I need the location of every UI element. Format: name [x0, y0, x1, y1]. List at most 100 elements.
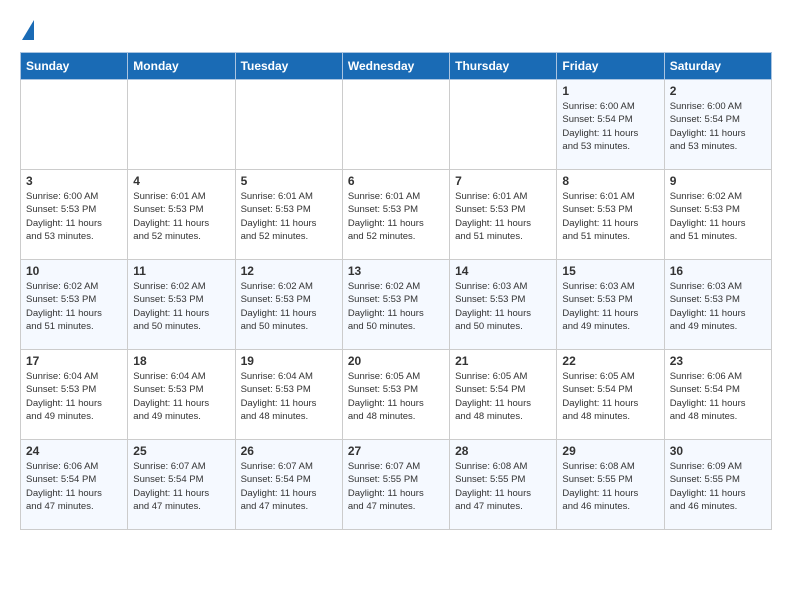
calendar-cell	[235, 80, 342, 170]
calendar-cell: 30Sunrise: 6:09 AM Sunset: 5:55 PM Dayli…	[664, 440, 771, 530]
day-number: 10	[26, 264, 122, 278]
weekday-header: Friday	[557, 53, 664, 80]
day-info: Sunrise: 6:05 AM Sunset: 5:54 PM Dayligh…	[455, 370, 551, 423]
day-number: 7	[455, 174, 551, 188]
day-number: 8	[562, 174, 658, 188]
calendar-cell: 29 Sunrise: 6:08 AM Sunset: 5:55 PM Dayli…	[557, 440, 664, 530]
calendar-header-row: SundayMondayTuesdayWednesdayThursdayFrid…	[21, 53, 772, 80]
calendar-cell: 15 Sunrise: 6:03 AM Sunset: 5:53 PM Dayli…	[557, 260, 664, 350]
day-number: 25	[133, 444, 229, 458]
day-info: Sunrise: 6:04 AM Sunset: 5:53 PM Dayligh…	[133, 370, 229, 423]
day-number: 14	[455, 264, 551, 278]
calendar-body: 1 Sunrise: 6:00 AM Sunset: 5:54 PM Daylig…	[21, 80, 772, 530]
calendar-week-row: 3 Sunrise: 6:00 AM Sunset: 5:53 PM Daylig…	[21, 170, 772, 260]
day-info: Sunrise: 6:03 AM Sunset: 5:53 PM Dayligh…	[562, 280, 658, 333]
day-number: 24	[26, 444, 122, 458]
calendar-week-row: 24 Sunrise: 6:06 AM Sunset: 5:54 PM Dayli…	[21, 440, 772, 530]
day-info: Sunrise: 6:05 AM Sunset: 5:53 PM Dayligh…	[348, 370, 444, 423]
calendar-cell: 1 Sunrise: 6:00 AM Sunset: 5:54 PM Daylig…	[557, 80, 664, 170]
day-info: Sunrise: 6:01 AM Sunset: 5:53 PM Dayligh…	[133, 190, 229, 243]
day-info: Sunrise: 6:02 AM Sunset: 5:53 PM Dayligh…	[133, 280, 229, 333]
day-info: Sunrise: 6:05 AM Sunset: 5:54 PM Dayligh…	[562, 370, 658, 423]
calendar-cell	[128, 80, 235, 170]
day-number: 4	[133, 174, 229, 188]
page-header	[20, 20, 772, 42]
day-info: Sunrise: 6:08 AM Sunset: 5:55 PM Dayligh…	[562, 460, 658, 513]
logo	[20, 20, 34, 42]
calendar-cell: 2 Sunrise: 6:00 AM Sunset: 5:54 PM Daylig…	[664, 80, 771, 170]
calendar-cell: 18 Sunrise: 6:04 AM Sunset: 5:53 PM Dayli…	[128, 350, 235, 440]
weekday-header: Wednesday	[342, 53, 449, 80]
day-info: Sunrise: 6:07 AM Sunset: 5:55 PM Dayligh…	[348, 460, 444, 513]
day-info: Sunrise: 6:00 AM Sunset: 5:54 PM Dayligh…	[562, 100, 658, 153]
day-info: Sunrise: 6:00 AM Sunset: 5:54 PM Dayligh…	[670, 100, 766, 153]
day-number: 15	[562, 264, 658, 278]
day-number: 28	[455, 444, 551, 458]
calendar-cell: 26 Sunrise: 6:07 AM Sunset: 5:54 PM Dayli…	[235, 440, 342, 530]
weekday-header: Tuesday	[235, 53, 342, 80]
calendar-table: SundayMondayTuesdayWednesdayThursdayFrid…	[20, 52, 772, 530]
day-number: 6	[348, 174, 444, 188]
day-number: 5	[241, 174, 337, 188]
day-info: Sunrise: 6:07 AM Sunset: 5:54 PM Dayligh…	[133, 460, 229, 513]
day-info: Sunrise: 6:03 AM Sunset: 5:53 PM Dayligh…	[455, 280, 551, 333]
day-info: Sunrise: 6:02 AM Sunset: 5:53 PM Dayligh…	[241, 280, 337, 333]
day-number: 26	[241, 444, 337, 458]
calendar-cell: 21 Sunrise: 6:05 AM Sunset: 5:54 PM Dayli…	[450, 350, 557, 440]
day-number: 22	[562, 354, 658, 368]
calendar-cell: 20Sunrise: 6:05 AM Sunset: 5:53 PM Dayli…	[342, 350, 449, 440]
calendar-cell	[342, 80, 449, 170]
day-info: Sunrise: 6:08 AM Sunset: 5:55 PM Dayligh…	[455, 460, 551, 513]
calendar-cell: 6 Sunrise: 6:01 AM Sunset: 5:53 PM Daylig…	[342, 170, 449, 260]
calendar-cell: 27 Sunrise: 6:07 AM Sunset: 5:55 PM Dayli…	[342, 440, 449, 530]
calendar-cell: 3 Sunrise: 6:00 AM Sunset: 5:53 PM Daylig…	[21, 170, 128, 260]
day-number: 21	[455, 354, 551, 368]
day-info: Sunrise: 6:02 AM Sunset: 5:53 PM Dayligh…	[348, 280, 444, 333]
day-info: Sunrise: 6:04 AM Sunset: 5:53 PM Dayligh…	[26, 370, 122, 423]
day-info: Sunrise: 6:02 AM Sunset: 5:53 PM Dayligh…	[670, 190, 766, 243]
day-number: 29	[562, 444, 658, 458]
day-info: Sunrise: 6:01 AM Sunset: 5:53 PM Dayligh…	[348, 190, 444, 243]
calendar-cell: 24 Sunrise: 6:06 AM Sunset: 5:54 PM Dayli…	[21, 440, 128, 530]
calendar-cell: 5 Sunrise: 6:01 AM Sunset: 5:53 PM Daylig…	[235, 170, 342, 260]
day-number: 12	[241, 264, 337, 278]
calendar-cell: 25 Sunrise: 6:07 AM Sunset: 5:54 PM Dayli…	[128, 440, 235, 530]
calendar-cell: 28 Sunrise: 6:08 AM Sunset: 5:55 PM Dayli…	[450, 440, 557, 530]
day-number: 9	[670, 174, 766, 188]
calendar-cell: 11Sunrise: 6:02 AM Sunset: 5:53 PM Dayli…	[128, 260, 235, 350]
day-number: 18	[133, 354, 229, 368]
day-info: Sunrise: 6:06 AM Sunset: 5:54 PM Dayligh…	[670, 370, 766, 423]
day-info: Sunrise: 6:06 AM Sunset: 5:54 PM Dayligh…	[26, 460, 122, 513]
day-info: Sunrise: 6:01 AM Sunset: 5:53 PM Dayligh…	[562, 190, 658, 243]
calendar-cell: 16Sunrise: 6:03 AM Sunset: 5:53 PM Dayli…	[664, 260, 771, 350]
weekday-header: Sunday	[21, 53, 128, 80]
day-info: Sunrise: 6:00 AM Sunset: 5:53 PM Dayligh…	[26, 190, 122, 243]
day-info: Sunrise: 6:09 AM Sunset: 5:55 PM Dayligh…	[670, 460, 766, 513]
calendar-cell: 19Sunrise: 6:04 AM Sunset: 5:53 PM Dayli…	[235, 350, 342, 440]
weekday-header: Monday	[128, 53, 235, 80]
calendar-cell	[450, 80, 557, 170]
calendar-cell: 4 Sunrise: 6:01 AM Sunset: 5:53 PM Daylig…	[128, 170, 235, 260]
day-number: 27	[348, 444, 444, 458]
calendar-week-row: 10 Sunrise: 6:02 AM Sunset: 5:53 PM Dayli…	[21, 260, 772, 350]
calendar-week-row: 17 Sunrise: 6:04 AM Sunset: 5:53 PM Dayli…	[21, 350, 772, 440]
day-number: 3	[26, 174, 122, 188]
day-info: Sunrise: 6:04 AM Sunset: 5:53 PM Dayligh…	[241, 370, 337, 423]
day-info: Sunrise: 6:07 AM Sunset: 5:54 PM Dayligh…	[241, 460, 337, 513]
weekday-header: Thursday	[450, 53, 557, 80]
calendar-cell: 10 Sunrise: 6:02 AM Sunset: 5:53 PM Dayli…	[21, 260, 128, 350]
calendar-cell: 17 Sunrise: 6:04 AM Sunset: 5:53 PM Dayli…	[21, 350, 128, 440]
day-number: 13	[348, 264, 444, 278]
calendar-week-row: 1 Sunrise: 6:00 AM Sunset: 5:54 PM Daylig…	[21, 80, 772, 170]
day-number: 2	[670, 84, 766, 98]
calendar-cell: 7Sunrise: 6:01 AM Sunset: 5:53 PM Daylig…	[450, 170, 557, 260]
weekday-header: Saturday	[664, 53, 771, 80]
day-number: 16	[670, 264, 766, 278]
day-number: 23	[670, 354, 766, 368]
day-info: Sunrise: 6:01 AM Sunset: 5:53 PM Dayligh…	[241, 190, 337, 243]
calendar-cell: 23 Sunrise: 6:06 AM Sunset: 5:54 PM Dayli…	[664, 350, 771, 440]
calendar-cell: 22 Sunrise: 6:05 AM Sunset: 5:54 PM Dayli…	[557, 350, 664, 440]
day-number: 17	[26, 354, 122, 368]
day-info: Sunrise: 6:02 AM Sunset: 5:53 PM Dayligh…	[26, 280, 122, 333]
day-number: 1	[562, 84, 658, 98]
